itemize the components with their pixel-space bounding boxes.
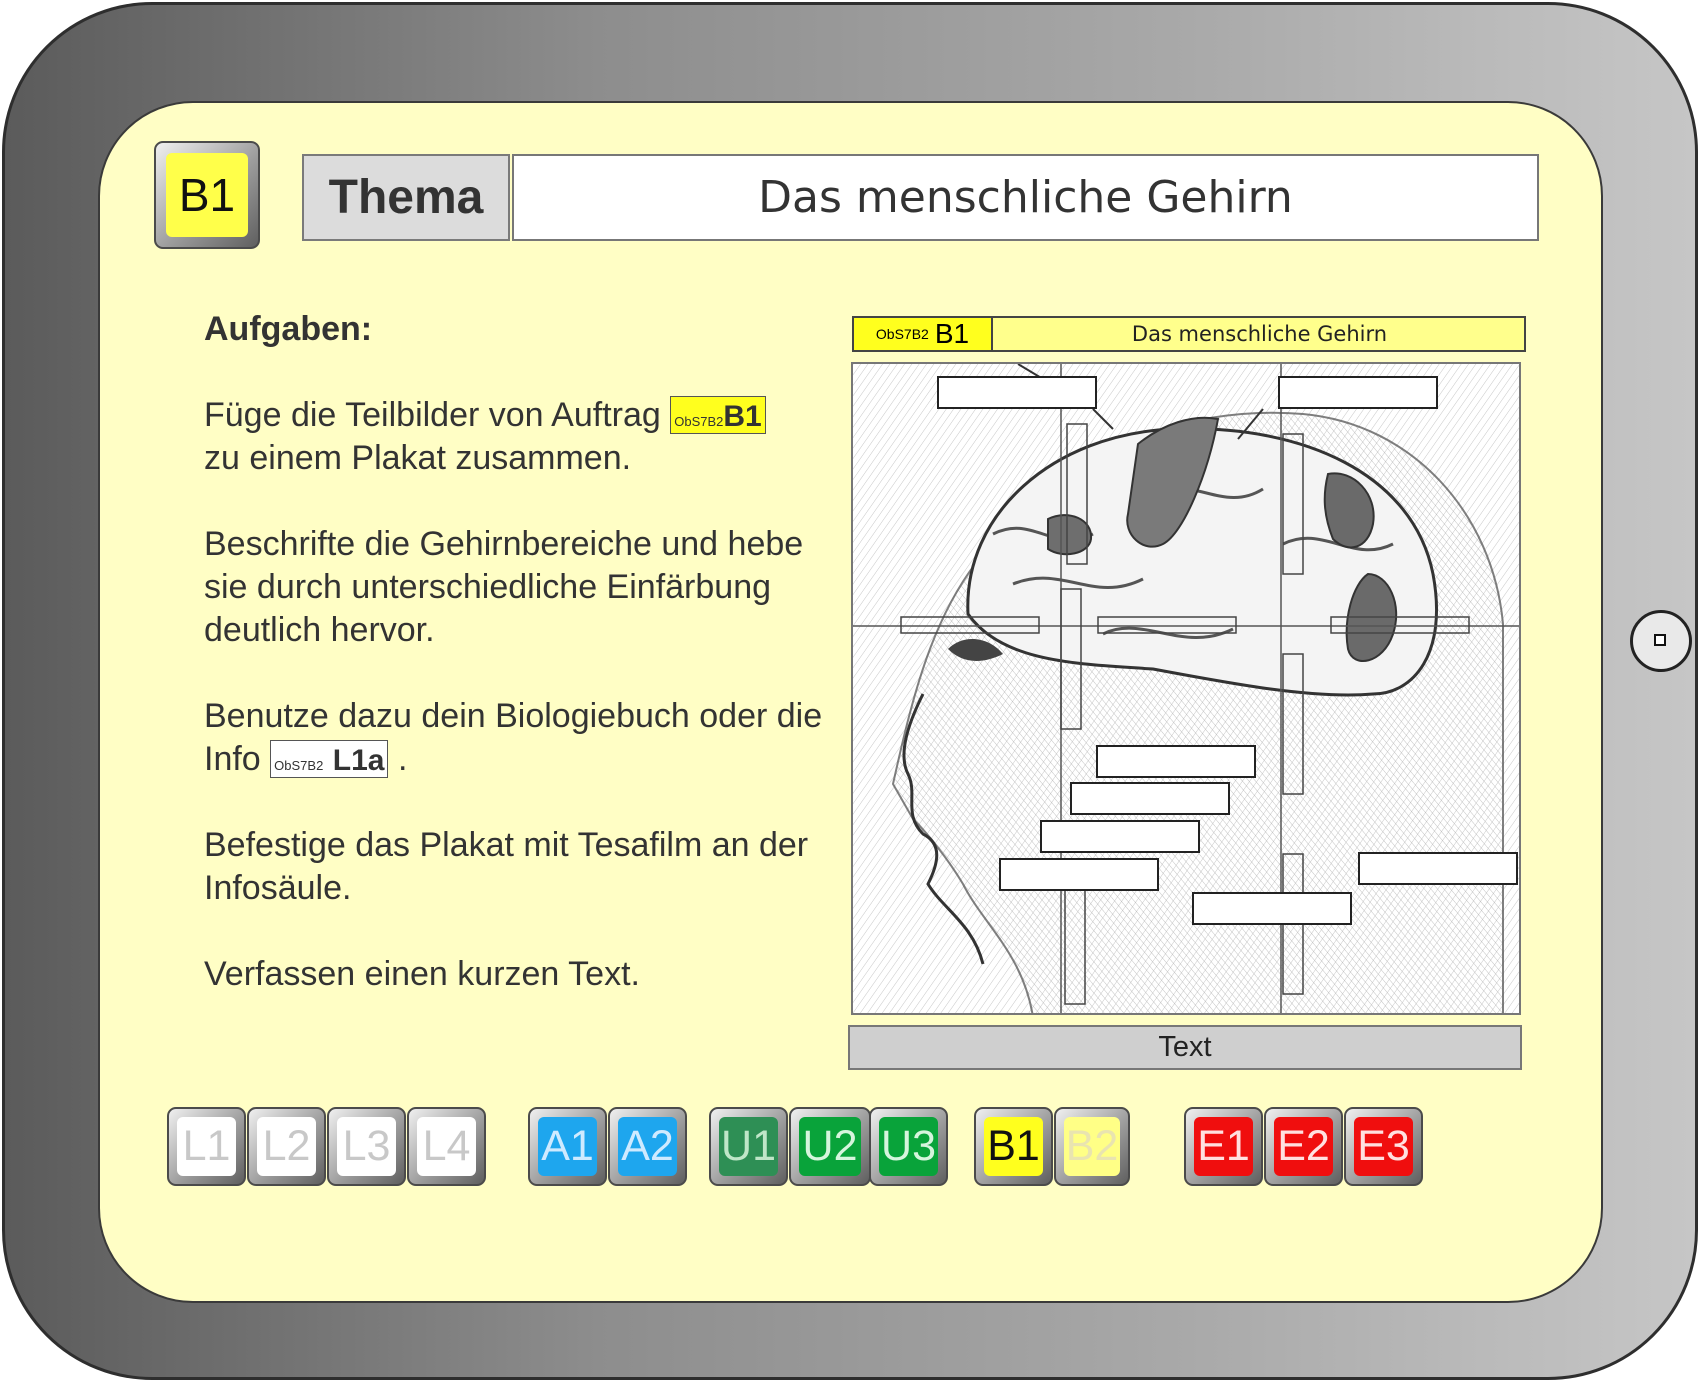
label-field-7[interactable] xyxy=(1358,852,1518,885)
nav-button-b1[interactable]: B1 xyxy=(974,1107,1053,1186)
task-3: Benutze dazu dein Biologiebuch oder die … xyxy=(204,695,824,781)
brain-sketch-illustration xyxy=(853,364,1519,1013)
label-field-6[interactable] xyxy=(999,858,1159,891)
task-list: Aufgaben: Füge die Teilbilder von Auftra… xyxy=(204,308,824,1039)
current-task-badge[interactable]: B1 xyxy=(154,141,260,249)
page-title: Das menschliche Gehirn xyxy=(512,154,1539,241)
poster-code: ObS7B2 B1 xyxy=(854,318,993,350)
current-task-label: B1 xyxy=(166,153,248,237)
nav-button-l1[interactable]: L1 xyxy=(167,1107,246,1186)
nav-button-label: E3 xyxy=(1354,1117,1413,1176)
label-field-4[interactable] xyxy=(1070,782,1230,815)
label-field-3[interactable] xyxy=(1096,745,1256,778)
label-field-8[interactable] xyxy=(1192,892,1352,925)
home-square-icon xyxy=(1654,634,1666,646)
task-ref-id: B1 xyxy=(723,400,762,433)
nav-button-label: E2 xyxy=(1274,1117,1333,1176)
label-field-1[interactable] xyxy=(937,376,1097,409)
task-3-tail: . xyxy=(397,740,408,778)
brain-poster-image xyxy=(851,362,1521,1015)
info-ref-l1a-link[interactable]: ObS7B2 L1a xyxy=(270,740,389,778)
info-ref-code: ObS7B2 xyxy=(274,758,324,773)
nav-button-label: U2 xyxy=(799,1117,861,1176)
nav-button-label: L3 xyxy=(337,1117,396,1176)
nav-button-a1[interactable]: A1 xyxy=(528,1107,607,1186)
task-1-text: Füge die Teilbilder von Auftrag xyxy=(204,396,661,434)
poster-text-field[interactable]: Text xyxy=(848,1025,1522,1070)
nav-button-l4[interactable]: L4 xyxy=(407,1107,486,1186)
poster-code-prefix: ObS7B2 xyxy=(875,326,929,342)
nav-button-u2[interactable]: U2 xyxy=(789,1107,871,1186)
nav-button-e3[interactable]: E3 xyxy=(1344,1107,1423,1186)
task-ref-code: ObS7B2 xyxy=(674,414,724,429)
nav-button-e1[interactable]: E1 xyxy=(1184,1107,1263,1186)
task-4: Befestige das Plakat mit Tesafilm an der… xyxy=(204,826,809,907)
nav-button-l2[interactable]: L2 xyxy=(247,1107,326,1186)
nav-button-label: B2 xyxy=(1064,1117,1120,1176)
thema-label: Thema xyxy=(302,154,510,241)
task-1: Füge die Teilbilder von Auftrag ObS7B2B1… xyxy=(204,394,824,480)
nav-button-label: U1 xyxy=(719,1117,778,1176)
nav-button-u1[interactable]: U1 xyxy=(709,1107,788,1186)
task-ref-b1-link[interactable]: ObS7B2B1 xyxy=(670,396,766,434)
screen: B1 Thema Das menschliche Gehirn Aufgaben… xyxy=(98,101,1603,1303)
nav-button-label: L2 xyxy=(257,1117,316,1176)
nav-button-label: E1 xyxy=(1194,1117,1253,1176)
label-field-2[interactable] xyxy=(1278,376,1438,409)
poster-header: ObS7B2 B1 Das menschliche Gehirn xyxy=(852,316,1526,352)
nav-button-label: U3 xyxy=(879,1117,938,1176)
nav-button-u3[interactable]: U3 xyxy=(869,1107,948,1186)
home-button[interactable] xyxy=(1630,610,1692,672)
nav-button-label: L4 xyxy=(417,1117,476,1176)
nav-button-label: A2 xyxy=(618,1117,677,1176)
task-2: Beschrifte die Gehirnbereiche und hebe s… xyxy=(204,525,804,649)
nav-button-l3[interactable]: L3 xyxy=(327,1107,406,1186)
nav-button-label: B1 xyxy=(984,1117,1043,1176)
nav-button-e2[interactable]: E2 xyxy=(1264,1107,1343,1186)
task-5: Verfassen einen kurzen Text. xyxy=(204,955,640,993)
info-ref-id: L1a xyxy=(332,744,385,777)
nav-button-label: A1 xyxy=(538,1117,597,1176)
label-field-5[interactable] xyxy=(1040,820,1200,853)
tasks-heading: Aufgaben: xyxy=(204,310,373,348)
nav-button-b2[interactable]: B2 xyxy=(1054,1107,1130,1186)
nav-button-a2[interactable]: A2 xyxy=(608,1107,687,1186)
task-1-tail: zu einem Plakat zusammen. xyxy=(204,439,632,477)
nav-button-label: L1 xyxy=(177,1117,236,1176)
poster-title: Das menschliche Gehirn xyxy=(1131,322,1388,346)
poster-code-id: B1 xyxy=(934,318,970,349)
